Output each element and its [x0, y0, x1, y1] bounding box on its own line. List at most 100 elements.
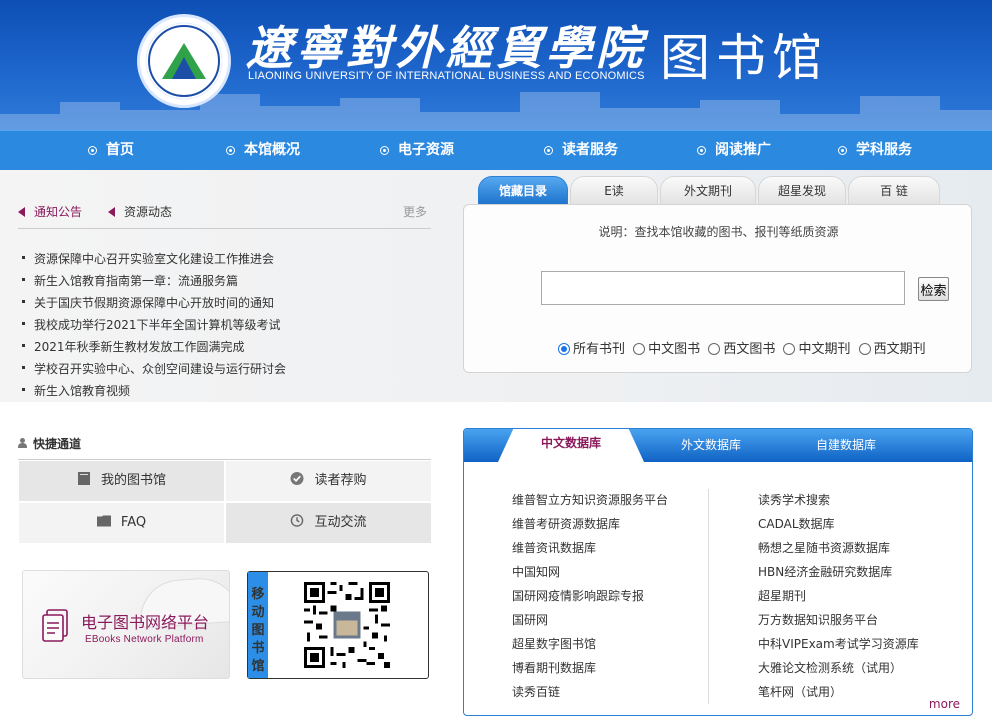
nav-label: 阅读推广	[715, 142, 771, 158]
database-link[interactable]: 畅想之星随书资源数据库	[758, 540, 919, 564]
radio-checked-icon	[558, 342, 570, 355]
radio-label: 中文图书	[648, 342, 701, 357]
database-list-left: 维普智立方知识资源服务平台 维普考研资源数据库 维普资讯数据库 中国知网 国研网…	[512, 492, 668, 708]
list-item[interactable]: 资源保障中心召开实验室文化建设工作推进会	[22, 248, 422, 270]
database-link[interactable]: 中科VIPExam考试学习资源库	[758, 636, 919, 660]
nav-e-resources[interactable]: 电子资源	[380, 131, 454, 171]
tab-notices[interactable]: 通知公告	[18, 203, 82, 220]
radio-empty-icon	[783, 342, 796, 355]
radio-label: 中文期刊	[798, 342, 851, 357]
nav-reader-services[interactable]: 读者服务	[544, 131, 618, 171]
database-link[interactable]: 超星期刊	[758, 588, 919, 612]
database-link[interactable]: 国研网	[512, 612, 668, 636]
nav-label: 读者服务	[562, 142, 618, 158]
label-char: 动	[251, 605, 265, 620]
database-link[interactable]: CADAL数据库	[758, 516, 919, 540]
label-char: 移	[251, 587, 265, 602]
database-link[interactable]: 中国知网	[512, 564, 668, 588]
nav-label: 学科服务	[856, 142, 912, 158]
interaction-button[interactable]: 互动交流	[226, 503, 431, 543]
bullet-icon	[838, 145, 847, 155]
radio-empty-icon	[633, 342, 646, 355]
list-item[interactable]: 新生入馆教育指南第一章：流通服务篇	[22, 270, 422, 292]
radio-label: 所有书刊	[573, 342, 626, 357]
list-item[interactable]: 关于国庆节假期资源保障中心开放时间的通知	[22, 292, 422, 314]
database-link[interactable]: 维普资讯数据库	[512, 540, 668, 564]
search-button[interactable]: 检索	[918, 277, 949, 301]
database-link[interactable]: 笔杆网（试用）	[758, 684, 919, 708]
university-name-english: LIAONING UNIVERSITY OF INTERNATIONAL BUS…	[248, 70, 645, 82]
tab-foreign-databases[interactable]: 外文数据库	[656, 429, 766, 462]
search-scope-options: 所有书刊 中文图书 西文图书 中文期刊 西文期刊	[558, 338, 930, 357]
quick-title-text: 快捷通道	[33, 437, 82, 451]
database-link[interactable]: 维普考研资源数据库	[512, 516, 668, 540]
tab-catalog[interactable]: 馆藏目录	[478, 176, 568, 204]
tab-label: 资源动态	[124, 205, 173, 219]
database-link[interactable]: 维普智立方知识资源服务平台	[512, 492, 668, 516]
tab-resource-news[interactable]: 资源动态	[108, 203, 172, 220]
database-link[interactable]: HBN经济金融研究数据库	[758, 564, 919, 588]
list-item[interactable]: 学校召开实验中心、众创空间建设与运行研讨会	[22, 358, 422, 380]
nav-home[interactable]: 首页	[88, 131, 134, 171]
tab-foreign-journals[interactable]: 外文期刊	[660, 176, 756, 204]
database-link[interactable]: 大雅论文检测系统（试用）	[758, 660, 919, 684]
ebook-platform-banner[interactable]: 电子图书网络平台 EBooks Network Platform	[22, 570, 230, 679]
quick-channel-heading: 快捷通道	[18, 435, 431, 460]
radio-chinese-journals[interactable]: 中文期刊	[783, 338, 850, 357]
university-seal-logo[interactable]	[137, 14, 231, 108]
label-char: 图	[251, 623, 265, 638]
label-char: 书	[251, 641, 265, 656]
database-tabs: 中文数据库 外文数据库 自建数据库	[464, 429, 972, 462]
more-databases-link[interactable]: more	[929, 697, 960, 711]
more-link[interactable]: 更多	[403, 203, 427, 220]
library-title: 图书馆	[660, 29, 828, 87]
reader-recommend-button[interactable]: 读者荐购	[226, 461, 431, 501]
radio-all[interactable]: 所有书刊	[558, 338, 625, 357]
database-link[interactable]: 国研网疫情影响跟踪专报	[512, 588, 668, 612]
radio-western-journals[interactable]: 西文期刊	[858, 338, 926, 357]
list-item[interactable]: 我校成功举行2021下半年全国计算机等级考试	[22, 314, 422, 336]
list-item[interactable]: 新生入馆教育视频	[22, 380, 422, 402]
radio-label: 西文期刊	[873, 342, 926, 357]
radio-western-books[interactable]: 西文图书	[708, 338, 775, 357]
database-link[interactable]: 读秀百链	[512, 684, 668, 708]
radio-label: 西文图书	[723, 342, 776, 357]
bullet-icon	[226, 145, 235, 155]
database-link[interactable]: 读秀学术搜索	[758, 492, 919, 516]
tab-chaoxing-discovery[interactable]: 超星发现	[758, 176, 846, 204]
my-library-button[interactable]: 我的图书馆	[19, 461, 224, 501]
folder-icon	[96, 515, 111, 527]
ebook-subtitle: EBooks Network Platform	[85, 634, 204, 645]
main-nav: 首页 本馆概况 电子资源 读者服务 阅读推广 学科服务	[0, 130, 992, 170]
book-icon	[77, 472, 90, 485]
radio-empty-icon	[858, 342, 871, 355]
person-icon	[18, 437, 27, 448]
radio-chinese-books[interactable]: 中文图书	[633, 338, 700, 357]
search-input[interactable]	[541, 271, 905, 305]
qr-code-icon	[304, 582, 390, 668]
bullet-icon	[544, 145, 553, 155]
nav-label: 本馆概况	[244, 142, 300, 158]
database-panel: 中文数据库 外文数据库 自建数据库 维普智立方知识资源服务平台 维普考研资源数据…	[463, 428, 973, 716]
tab-chinese-databases[interactable]: 中文数据库	[498, 429, 644, 462]
label-char: 馆	[251, 659, 265, 674]
database-link[interactable]: 万方数据知识服务平台	[758, 612, 919, 636]
database-link[interactable]: 博看期刊数据库	[512, 660, 668, 684]
button-label: 互动交流	[314, 515, 367, 530]
nav-label: 电子资源	[398, 142, 454, 158]
tab-e-read[interactable]: E读	[570, 176, 658, 204]
nav-subject-services[interactable]: 学科服务	[838, 131, 912, 171]
radio-empty-icon	[708, 342, 721, 355]
search-description: 说明：查找本馆收藏的图书、报刊等纸质资源	[598, 225, 839, 239]
list-item[interactable]: 2021年秋季新生教材发放工作圆满完成	[22, 336, 422, 358]
nav-about[interactable]: 本馆概况	[226, 131, 300, 171]
faq-button[interactable]: FAQ	[19, 503, 224, 543]
speaker-icon	[18, 206, 25, 217]
tab-bailian[interactable]: 百 链	[848, 176, 940, 204]
mobile-library-box[interactable]: 移 动 图 书 馆	[247, 571, 429, 679]
tab-self-built-databases[interactable]: 自建数据库	[791, 429, 901, 462]
database-link[interactable]: 超星数字图书馆	[512, 636, 668, 660]
bullet-icon	[697, 145, 706, 155]
nav-reading-promotion[interactable]: 阅读推广	[697, 131, 771, 171]
column-divider	[708, 489, 709, 704]
